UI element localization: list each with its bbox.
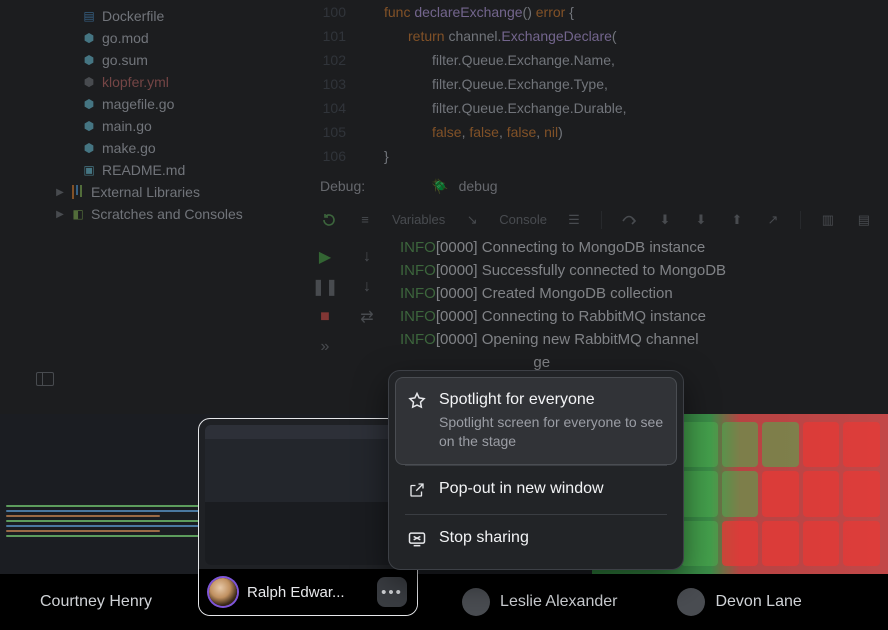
- participant-name: Leslie Alexander: [500, 593, 617, 611]
- participant-leslie[interactable]: Leslie Alexander: [462, 588, 617, 616]
- menu-stop-sharing[interactable]: Stop sharing: [395, 515, 677, 563]
- presenter-name: Ralph Edwar...: [247, 584, 367, 601]
- presenter-preview: [205, 425, 411, 565]
- avatar: [462, 588, 490, 616]
- participants-bar: Courtney Henry Leslie Alexander Devon La…: [0, 574, 888, 630]
- share-menu: Spotlight for everyone Spotlight screen …: [388, 370, 684, 570]
- presenter-footer: Ralph Edwar... •••: [199, 569, 417, 615]
- menu-item-title: Stop sharing: [439, 529, 529, 547]
- avatar: [677, 588, 705, 616]
- more-options-button[interactable]: •••: [377, 577, 407, 607]
- stop-share-icon: [407, 529, 427, 549]
- active-presenter-card[interactable]: Ralph Edwar... •••: [198, 418, 418, 616]
- menu-spotlight[interactable]: Spotlight for everyone Spotlight screen …: [395, 377, 677, 465]
- menu-item-title: Spotlight for everyone: [439, 391, 665, 409]
- star-icon: [407, 391, 427, 411]
- participant-name: Devon Lane: [715, 593, 801, 611]
- menu-item-subtitle: Spotlight screen for everyone to see on …: [439, 413, 665, 451]
- participant-courtney[interactable]: Courtney Henry: [16, 593, 152, 611]
- menu-item-title: Pop-out in new window: [439, 480, 604, 498]
- participant-name: Courtney Henry: [40, 593, 152, 611]
- menu-popout[interactable]: Pop-out in new window: [395, 466, 677, 514]
- avatar: [209, 578, 237, 606]
- participant-devon[interactable]: Devon Lane: [677, 588, 801, 616]
- popout-icon: [407, 480, 427, 500]
